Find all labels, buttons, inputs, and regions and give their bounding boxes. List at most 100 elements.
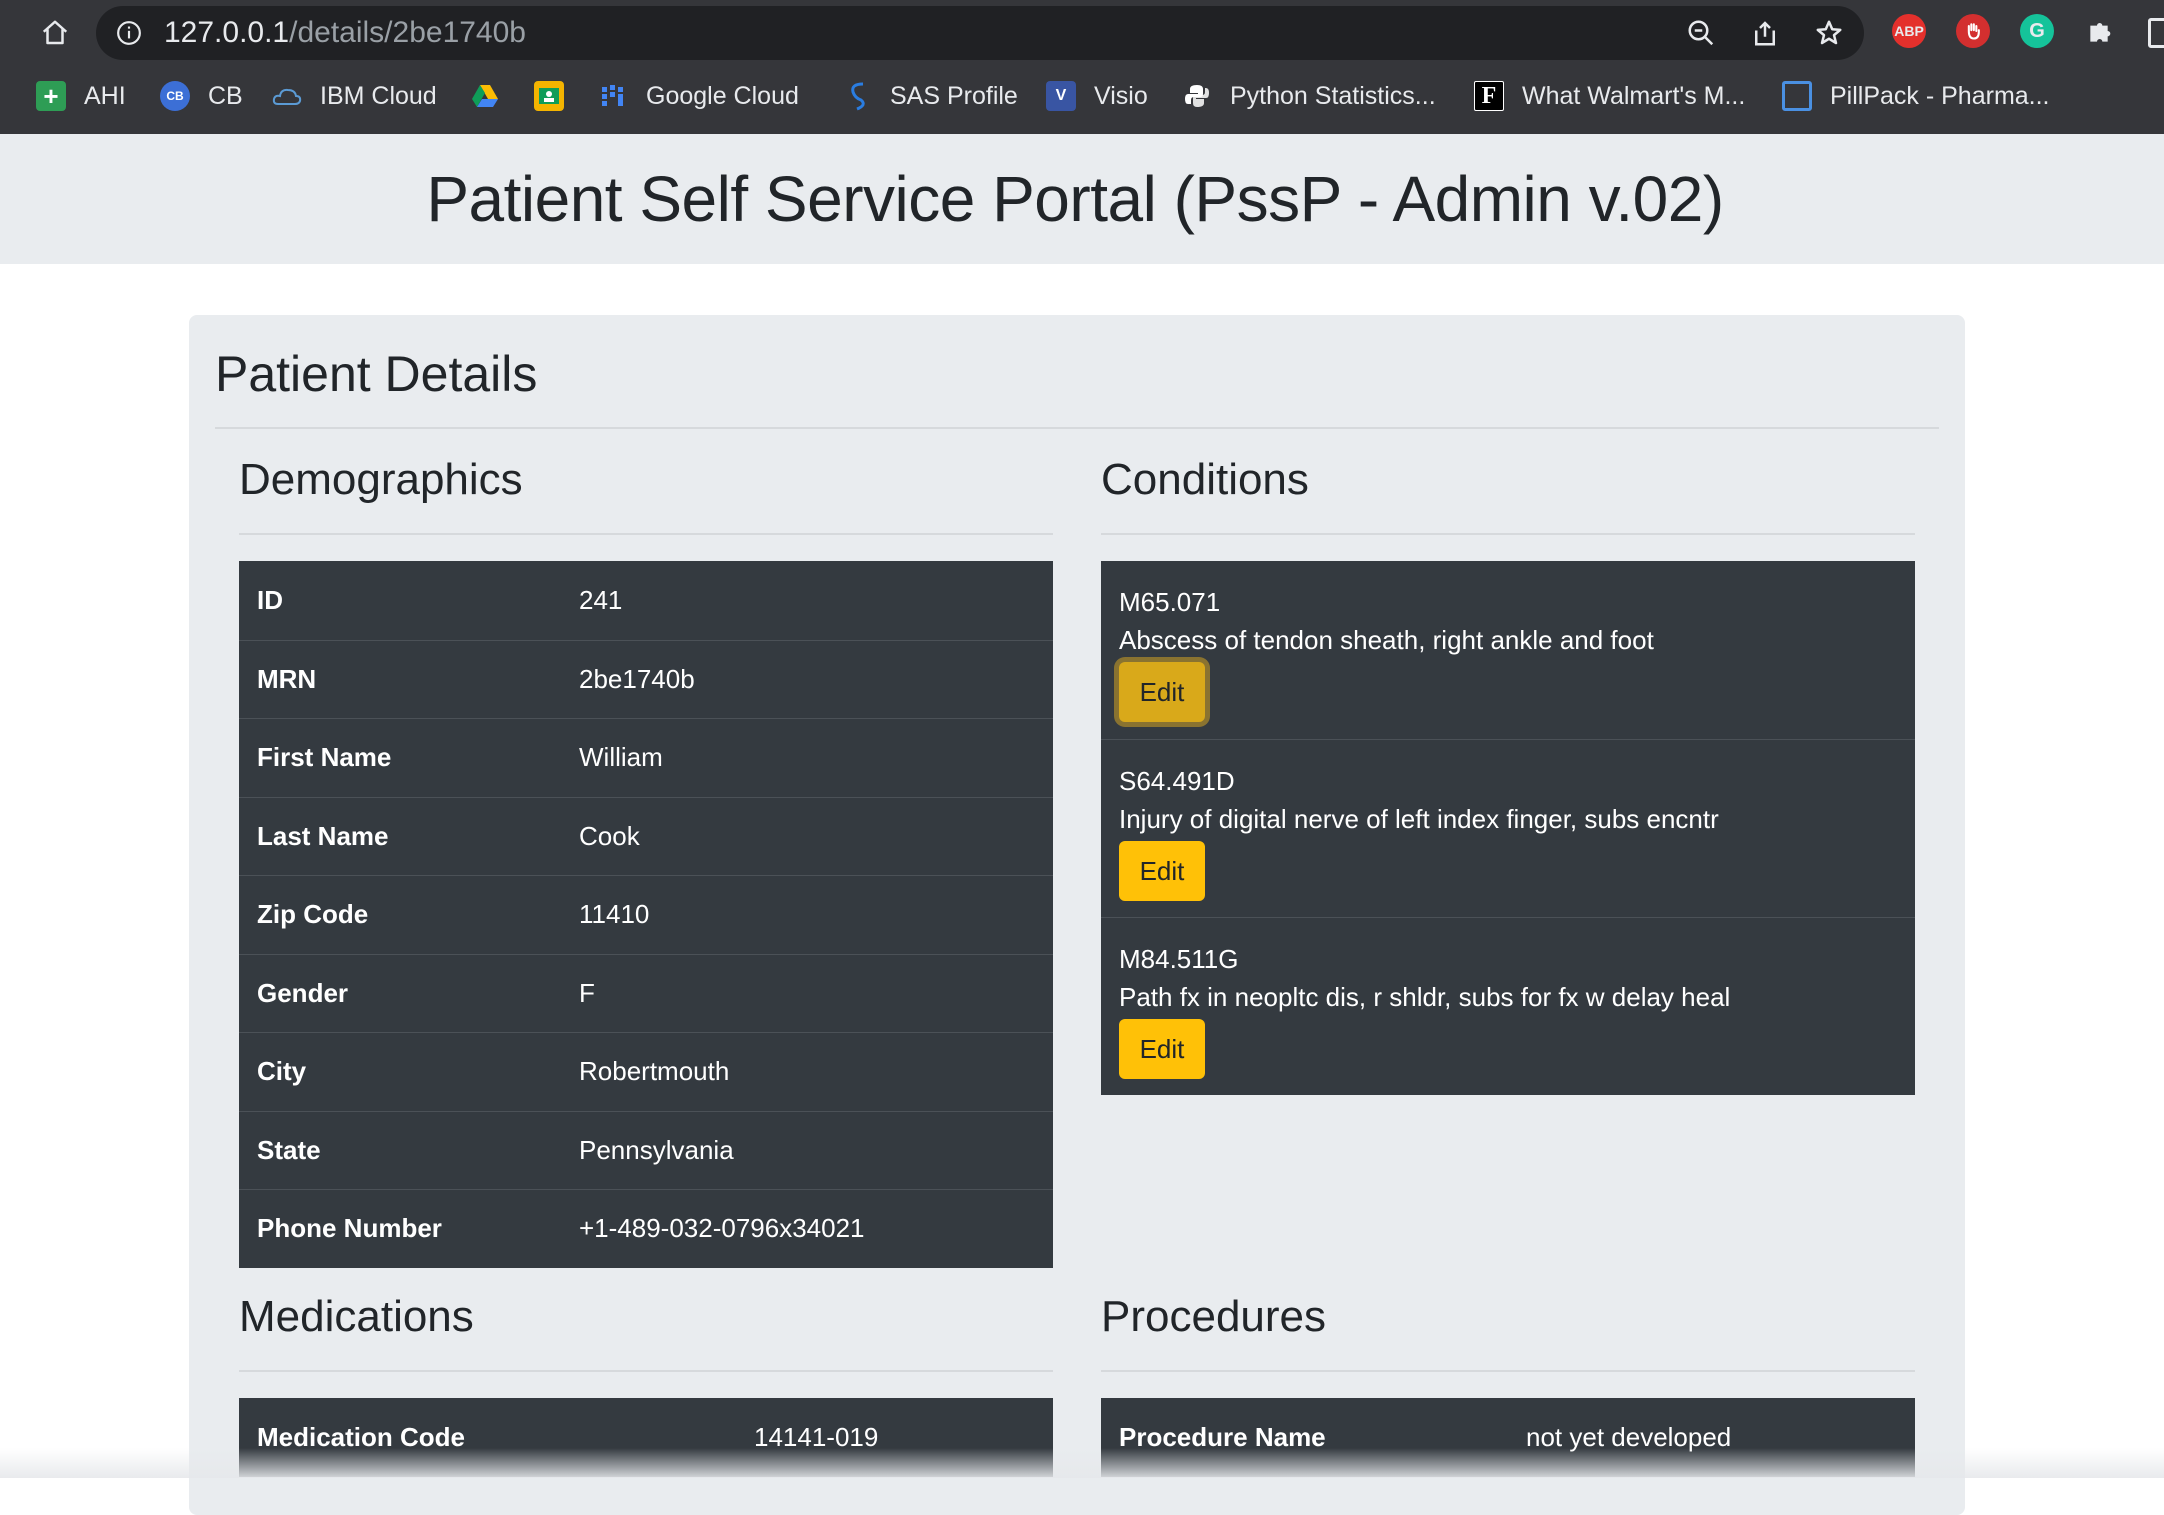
- browser-toolbar: 127.0.0.1/details/2be1740b ABP G: [0, 0, 2164, 66]
- bookmark-label: IBM Cloud: [320, 81, 437, 110]
- bookmark-label: AHI: [84, 81, 126, 110]
- bookmark-python-statistics[interactable]: Python Statistics...: [1182, 78, 1436, 114]
- demographics-table: ID 241 MRN 2be1740b First Name William Last…: [239, 561, 1053, 1268]
- page-header: Patient Self Service Portal (PssP - Admi…: [0, 134, 2164, 264]
- list-item: M65.071 Abscess of tendon sheath, right …: [1101, 561, 1915, 739]
- cb-icon: CB: [160, 81, 190, 111]
- row-value: 241: [579, 584, 623, 615]
- divider: [215, 427, 1939, 429]
- drive-icon: [470, 81, 500, 111]
- row-value: William: [579, 742, 663, 773]
- condition-code: S64.491D: [1119, 766, 1235, 796]
- table-row: Phone Number +1-489-032-0796x34021: [239, 1189, 1053, 1268]
- abp-icon[interactable]: ABP: [1892, 14, 1926, 48]
- bookmark-label: Visio: [1094, 81, 1148, 110]
- bookmark-google-cloud[interactable]: Google Cloud: [598, 78, 799, 114]
- row-value: Robertmouth: [579, 1056, 730, 1087]
- site-info-icon[interactable]: [116, 20, 142, 46]
- card-title: Patient Details: [215, 346, 538, 402]
- list-item: M84.511G Path fx in neopltc dis, r shldr…: [1101, 917, 1915, 1095]
- divider: [239, 1370, 1053, 1372]
- condition-code: M65.071: [1119, 587, 1221, 617]
- bookmark-label: PillPack - Pharma...: [1830, 81, 2050, 110]
- visio-icon: V: [1046, 81, 1076, 111]
- bookmark-label: SAS Profile: [890, 81, 1018, 110]
- row-label: Zip Code: [257, 899, 369, 930]
- share-icon[interactable]: [1750, 18, 1780, 48]
- side-panel-icon[interactable]: [2148, 18, 2164, 48]
- puzzle-extensions-icon[interactable]: [2084, 14, 2118, 48]
- table-row: ID 241: [239, 561, 1053, 640]
- row-label: MRN: [257, 663, 317, 694]
- bookmark-label: Google Cloud: [646, 81, 799, 110]
- browser-chrome: 127.0.0.1/details/2be1740b ABP G + AHI C…: [0, 0, 2164, 134]
- bookmark-visio[interactable]: V Visio: [1046, 78, 1148, 114]
- medications-title: Medications: [239, 1292, 474, 1341]
- table-row: City Robertmouth: [239, 1032, 1053, 1111]
- page-title: Patient Self Service Portal (PssP - Admi…: [426, 163, 1724, 235]
- edit-condition-button[interactable]: Edit: [1119, 662, 1205, 722]
- row-label: ID: [257, 584, 283, 615]
- table-row: Zip Code 11410: [239, 875, 1053, 954]
- cloud-icon: [272, 81, 302, 111]
- demographics-title: Demographics: [239, 455, 523, 504]
- divider: [1101, 533, 1915, 535]
- row-value: +1-489-032-0796x34021: [579, 1213, 865, 1244]
- url-path: /details/2be1740b: [289, 16, 526, 49]
- python-icon: [1182, 81, 1212, 111]
- table-row: State Pennsylvania: [239, 1110, 1053, 1190]
- home-icon[interactable]: [34, 12, 76, 54]
- condition-description: Path fx in neopltc dis, r shldr, subs fo…: [1119, 982, 1731, 1012]
- row-value: 11410: [579, 899, 650, 930]
- square-icon: [1782, 81, 1812, 111]
- plus-icon: +: [36, 81, 66, 111]
- patient-details-card: Patient Details Demographics ID 241 MRN 2b…: [189, 315, 1965, 1515]
- table-row: Gender F: [239, 953, 1053, 1033]
- row-label: Last Name: [257, 820, 389, 851]
- bookmarks-bar: + AHI CB CB IBM Cloud Google Cloud SAS P…: [0, 72, 2164, 118]
- bookmark-ahi[interactable]: + AHI: [36, 78, 126, 114]
- conditions-title: Conditions: [1101, 455, 1309, 504]
- grid-icon: [598, 81, 628, 111]
- row-label: First Name: [257, 742, 392, 773]
- bookmark-star-icon[interactable]: [1814, 18, 1844, 48]
- table-row: MRN 2be1740b: [239, 639, 1053, 719]
- table-row: First Name William: [239, 718, 1053, 797]
- edit-condition-button[interactable]: Edit: [1119, 841, 1205, 901]
- row-label: Gender: [257, 977, 349, 1008]
- hand-stop-icon[interactable]: [1956, 14, 1990, 48]
- row-value: Cook: [579, 820, 640, 851]
- row-value: Pennsylvania: [579, 1134, 734, 1165]
- f-icon: F: [1474, 81, 1504, 111]
- row-label: City: [257, 1056, 307, 1087]
- url-text[interactable]: 127.0.0.1/details/2be1740b: [164, 18, 526, 48]
- bookmark-drive[interactable]: [470, 78, 518, 114]
- url-host: 127.0.0.1: [164, 16, 290, 49]
- condition-code: M84.511G: [1119, 944, 1239, 974]
- bookmark-label: What Walmart's M...: [1522, 81, 1746, 110]
- condition-description: Abscess of tendon sheath, right ankle an…: [1119, 625, 1654, 655]
- address-bar[interactable]: 127.0.0.1/details/2be1740b: [96, 6, 1864, 60]
- conditions-list: M65.071 Abscess of tendon sheath, right …: [1101, 561, 1915, 1095]
- bookmark-ibm-cloud[interactable]: IBM Cloud: [272, 78, 437, 114]
- classroom-icon: [534, 81, 564, 111]
- edit-condition-button[interactable]: Edit: [1119, 1019, 1205, 1079]
- bookmark-classroom[interactable]: [534, 78, 582, 114]
- sas-icon: [842, 81, 872, 111]
- grammarly-icon[interactable]: G: [2020, 14, 2054, 48]
- zoom-icon[interactable]: [1686, 18, 1716, 48]
- bookmark-walmart-article[interactable]: F What Walmart's M...: [1474, 78, 1745, 114]
- row-label: Phone Number: [257, 1213, 442, 1244]
- bookmark-sas-profile[interactable]: SAS Profile: [842, 78, 1018, 114]
- viewport-bottom-shadow: [0, 1448, 2164, 1478]
- divider: [1101, 1370, 1915, 1372]
- bookmark-cb[interactable]: CB CB: [160, 78, 243, 114]
- condition-description: Injury of digital nerve of left index fi…: [1119, 804, 1719, 834]
- row-label: State: [257, 1134, 321, 1165]
- list-item: S64.491D Injury of digital nerve of left…: [1101, 739, 1915, 917]
- table-row: Last Name Cook: [239, 796, 1053, 876]
- bookmark-pillpack[interactable]: PillPack - Pharma...: [1782, 78, 2050, 114]
- divider: [239, 533, 1053, 535]
- procedures-title: Procedures: [1101, 1292, 1327, 1341]
- row-value: F: [579, 977, 595, 1008]
